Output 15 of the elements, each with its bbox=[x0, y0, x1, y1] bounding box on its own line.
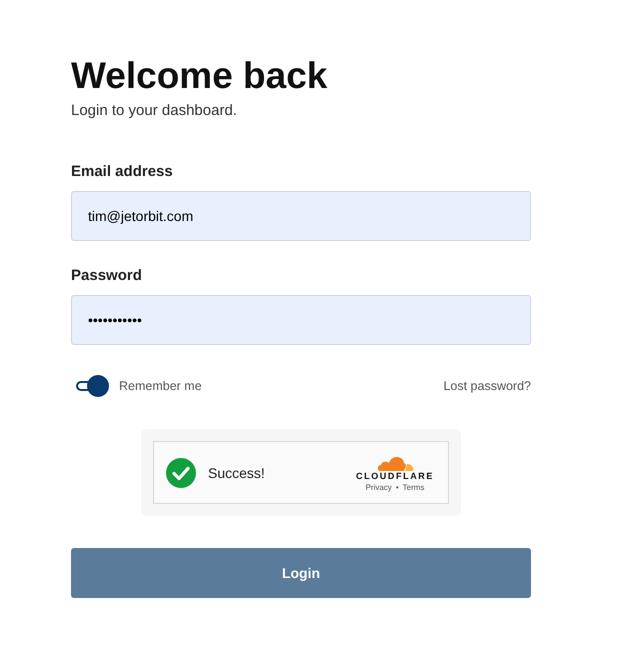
field-label: Password bbox=[71, 267, 143, 284]
remember-label: Remember me bbox=[119, 379, 202, 393]
page-title: Welcome back bbox=[71, 56, 328, 96]
email-field[interactable]: tim@jetorbit.com bbox=[71, 191, 531, 241]
privacy-link[interactable]: Privacy bbox=[366, 483, 392, 492]
field-label: Email address bbox=[71, 163, 174, 180]
subtitle: Login to your dashboard. bbox=[71, 102, 238, 119]
check-icon bbox=[166, 458, 196, 488]
brand-name: CLOUDFLARE bbox=[356, 471, 434, 481]
terms-link[interactable]: Terms bbox=[402, 483, 424, 492]
separator: • bbox=[396, 483, 399, 492]
lost-password-link[interactable]: Lost password? bbox=[443, 379, 531, 393]
captcha-status: Success! bbox=[208, 464, 266, 480]
password-field[interactable]: ••••••••••• bbox=[71, 295, 531, 345]
login-button[interactable]: Login bbox=[71, 548, 531, 598]
